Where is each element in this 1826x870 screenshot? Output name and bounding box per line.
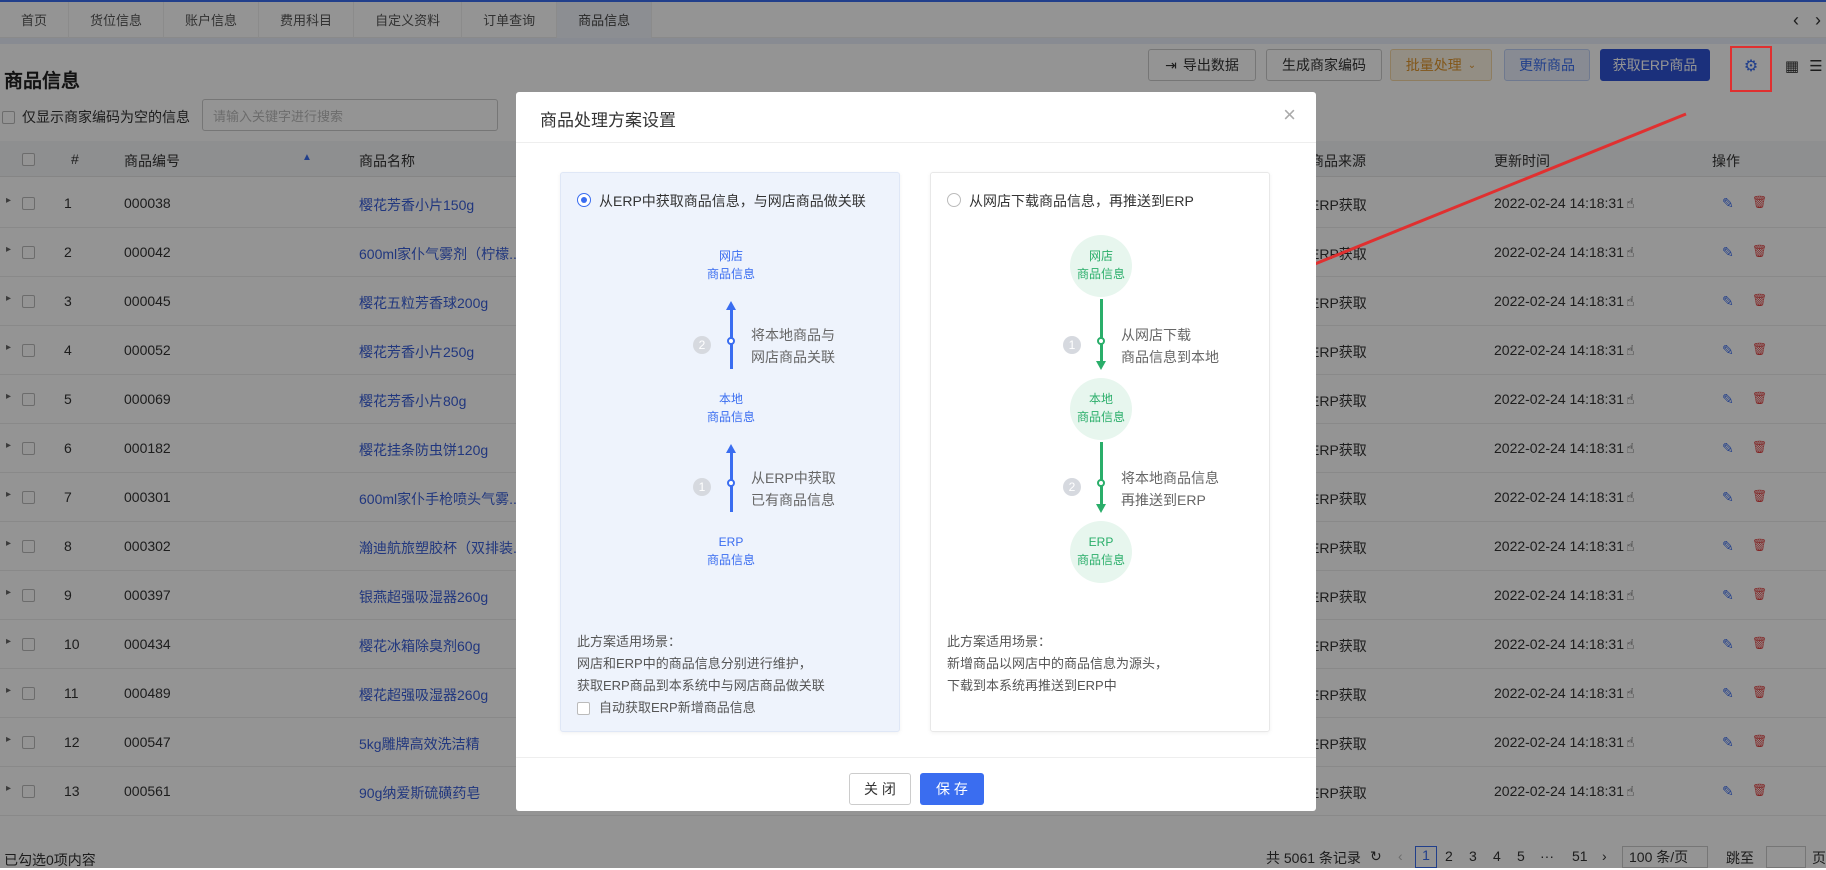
arrow-down-icon xyxy=(1096,361,1106,370)
node-local-line1: 本地 xyxy=(1088,392,1113,406)
option-erp-desc-2: 获取ERP商品到本系统中与网店商品做关联 xyxy=(577,678,825,693)
flow-dot xyxy=(727,337,735,345)
option-shop-label: 从网店下载商品信息，再推送到ERP xyxy=(969,193,1194,209)
auto-fetch-checkbox[interactable] xyxy=(577,702,590,715)
option-shop-desc-title: 此方案适用场景： xyxy=(947,634,1052,649)
node-shop-product: 网店 商品信息 xyxy=(700,235,762,297)
step-2-badge: 2 xyxy=(1063,478,1081,496)
flow-line-2 xyxy=(1100,442,1103,504)
node-local-product: 本地 商品信息 xyxy=(1070,378,1132,440)
option-shop-desc-2: 下载到本系统再推送到ERP中 xyxy=(947,678,1117,693)
flow-dot xyxy=(1097,337,1105,345)
node-local-product: 本地 商品信息 xyxy=(700,378,762,440)
flow-dot xyxy=(727,479,735,487)
option-erp-label: 从ERP中获取商品信息，与网店商品做关联 xyxy=(599,193,866,209)
option-shop-radio[interactable] xyxy=(947,193,961,207)
node-erp-line2: 商品信息 xyxy=(1076,553,1125,567)
save-button[interactable]: 保 存 xyxy=(920,773,984,805)
close-button[interactable]: 关 闭 xyxy=(849,773,911,805)
flow-dot xyxy=(1097,479,1105,487)
arrow-up-icon xyxy=(726,444,736,453)
option-shop-card[interactable]: 从网店下载商品信息，再推送到ERP 网店商品信息 1 从网店下载 商品信息到本地… xyxy=(930,172,1270,732)
node-erp-line2: 商品信息 xyxy=(706,553,755,567)
step-2-badge: 2 xyxy=(693,336,711,354)
option-erp-card[interactable]: 从ERP中获取商品信息，与网店商品做关联 网店商品信息 2 将本地商品与 网店商… xyxy=(560,172,900,732)
node-erp-product: ERP 商品信息 xyxy=(1070,521,1132,583)
node-erp-product: ERP 商品信息 xyxy=(700,521,762,583)
node-shop-line2: 商品信息 xyxy=(706,267,755,281)
arrow-up-icon xyxy=(726,301,736,310)
option-erp-desc-title: 此方案适用场景： xyxy=(577,634,682,649)
step-2-text: 将本地商品信息 再推送到ERP xyxy=(1121,470,1219,508)
node-erp-line1: ERP xyxy=(1088,535,1114,549)
step-1-badge: 1 xyxy=(693,478,711,496)
arrow-down-icon xyxy=(1096,504,1106,513)
modal-footer-divider xyxy=(516,757,1316,758)
node-shop-line1: 网店 xyxy=(1088,249,1113,263)
step-2-text: 将本地商品与 网店商品关联 xyxy=(751,327,835,365)
node-shop-line1: 网店 xyxy=(718,249,743,263)
node-erp-line1: ERP xyxy=(718,535,744,549)
step-1-badge: 1 xyxy=(1063,336,1081,354)
step-1-text: 从网店下载 商品信息到本地 xyxy=(1121,327,1219,365)
node-local-line2: 商品信息 xyxy=(1076,410,1125,424)
flow-line-1 xyxy=(1100,299,1103,361)
option-erp-desc-1: 网店和ERP中的商品信息分别进行维护， xyxy=(577,656,812,671)
modal-divider xyxy=(516,142,1316,143)
node-shop-product: 网店 商品信息 xyxy=(1070,235,1132,297)
node-shop-line2: 商品信息 xyxy=(1076,267,1125,281)
option-erp-radio[interactable] xyxy=(577,193,591,207)
auto-fetch-label: 自动获取ERP新增商品信息 xyxy=(599,700,756,715)
step-1-text: 从ERP中获取 已有商品信息 xyxy=(751,470,836,508)
option-shop-desc-1: 新增商品以网店中的商品信息为源头， xyxy=(947,656,1169,671)
node-local-line1: 本地 xyxy=(718,392,743,406)
scheme-settings-modal: 商品处理方案设置 × 从ERP中获取商品信息，与网店商品做关联 网店商品信息 2… xyxy=(516,92,1316,811)
modal-title: 商品处理方案设置 xyxy=(540,111,676,130)
node-local-line2: 商品信息 xyxy=(706,410,755,424)
close-icon[interactable]: × xyxy=(1283,102,1296,128)
